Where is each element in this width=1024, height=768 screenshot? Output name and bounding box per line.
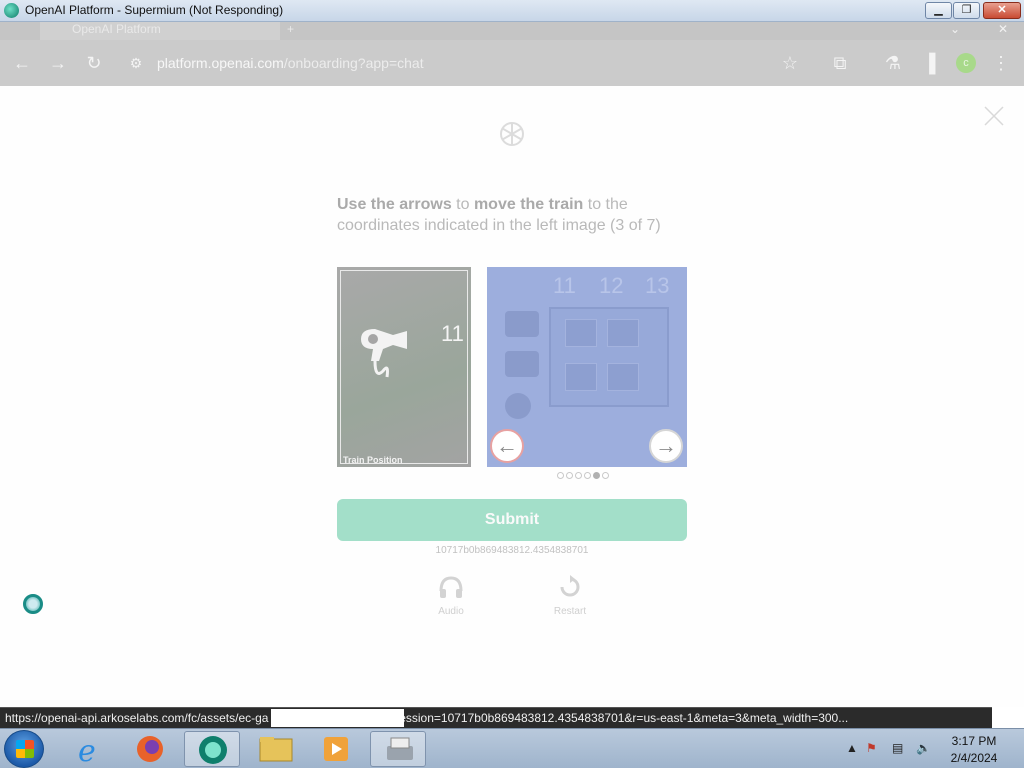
headphones-icon bbox=[439, 576, 463, 598]
audio-button[interactable]: Audio bbox=[421, 575, 481, 617]
fax-scan-taskbar-icon[interactable] bbox=[370, 731, 426, 767]
windows-logo-icon bbox=[16, 740, 34, 758]
position-dot bbox=[593, 472, 600, 479]
grid-cell bbox=[607, 363, 639, 391]
session-id: 10717b0b869483812.4354838701 bbox=[435, 545, 589, 556]
hair-dryer-icon bbox=[361, 329, 407, 378]
start-button[interactable] bbox=[4, 730, 44, 768]
extensions-icon[interactable]: ⧉ bbox=[829, 52, 851, 74]
tab-close-icon[interactable]: ✕ bbox=[998, 22, 1008, 36]
tab-strip: OpenAI Platform + ⌄ ✕ bbox=[0, 22, 1024, 40]
challenge-instruction: Use the arrows to move the train to the … bbox=[337, 194, 687, 236]
instruction-bold-1: Use the arrows bbox=[337, 196, 452, 213]
arrow-right-icon: → bbox=[655, 433, 677, 458]
audio-label: Audio bbox=[438, 606, 464, 617]
redaction-box bbox=[271, 709, 404, 727]
grid-cell bbox=[565, 363, 597, 391]
submit-button[interactable]: Submit bbox=[337, 499, 687, 541]
reload-icon[interactable]: ↻ bbox=[83, 52, 105, 74]
grid-cell bbox=[565, 319, 597, 347]
arrow-left-icon: ← bbox=[496, 433, 518, 458]
new-tab-button[interactable]: + bbox=[287, 22, 294, 36]
restart-button[interactable]: Restart bbox=[540, 575, 600, 617]
back-icon[interactable]: ← bbox=[11, 52, 33, 74]
action-center-icon[interactable]: ⚑ bbox=[866, 741, 877, 755]
side-object-icon bbox=[505, 393, 531, 419]
supermium-icon bbox=[199, 736, 227, 764]
minimize-button[interactable]: ▁ bbox=[925, 2, 952, 19]
instruction-text-1: to bbox=[451, 196, 474, 213]
window-titlebar: OpenAI Platform - Supermium (Not Respond… bbox=[0, 0, 1024, 22]
close-window-button[interactable]: ✕ bbox=[983, 2, 1021, 19]
profile-avatar[interactable]: c bbox=[956, 53, 976, 73]
side-panel-icon[interactable]: ▐ bbox=[918, 52, 940, 74]
status-url: https://openai-api.arkoselabs.com/fc/ass… bbox=[5, 711, 849, 725]
labs-flask-icon[interactable]: ⚗ bbox=[882, 52, 904, 74]
loading-spinner-icon bbox=[23, 594, 43, 614]
firefox-taskbar-icon[interactable] bbox=[122, 731, 178, 767]
url-host: platform.openai.com bbox=[157, 55, 284, 71]
media-player-taskbar-icon[interactable] bbox=[308, 731, 364, 767]
column-label: 12 bbox=[599, 273, 624, 298]
clock-time[interactable]: 3:17 PM bbox=[948, 734, 1000, 748]
folder-icon bbox=[259, 737, 293, 762]
position-dot bbox=[584, 472, 591, 479]
forward-icon[interactable]: → bbox=[47, 52, 69, 74]
instruction-bold-2: move the train bbox=[473, 196, 584, 213]
position-dots bbox=[557, 472, 609, 480]
volume-muted-icon[interactable]: 🔈 bbox=[916, 741, 931, 755]
maximize-button[interactable]: ❐ bbox=[953, 2, 980, 19]
clock-date[interactable]: 2/4/2024 bbox=[948, 751, 1000, 765]
openai-logo-icon bbox=[500, 122, 524, 146]
arrow-left-button[interactable]: ← bbox=[490, 429, 524, 463]
tab-search-icon[interactable]: ⌄ bbox=[950, 22, 960, 36]
tab-title: OpenAI Platform bbox=[72, 22, 161, 36]
arrow-right-button[interactable]: → bbox=[649, 429, 683, 463]
menu-kebab-icon[interactable]: ⋮ bbox=[990, 52, 1012, 74]
position-dot bbox=[566, 472, 573, 479]
target-coordinate: 11 bbox=[441, 321, 464, 346]
side-object-icon bbox=[505, 351, 539, 377]
supermium-app-icon bbox=[4, 3, 19, 18]
train-board: 11 12 13 ← → bbox=[487, 267, 687, 467]
coordinate-grid bbox=[549, 307, 669, 407]
target-image: 11 Train Position bbox=[337, 267, 471, 467]
supermium-taskbar-icon[interactable] bbox=[184, 731, 240, 767]
close-dialog-icon[interactable] bbox=[982, 104, 1006, 128]
media-player-icon bbox=[324, 737, 348, 761]
status-bar: https://openai-api.arkoselabs.com/fc/ass… bbox=[0, 707, 992, 728]
url-path: /onboarding?app=chat bbox=[283, 55, 424, 71]
internet-explorer-taskbar-icon[interactable]: e bbox=[62, 731, 118, 768]
address-bar[interactable]: platform.openai.com/onboarding?app=chat bbox=[157, 55, 424, 71]
ie-icon: e bbox=[78, 734, 96, 768]
show-hidden-icons-button[interactable]: ▲ bbox=[846, 741, 858, 755]
bookmark-star-icon[interactable]: ☆ bbox=[779, 52, 801, 74]
taskbar: e ▲ ⚑ ▤ 🔈 3:17 PM 2/4/2024 bbox=[0, 728, 1024, 768]
window-title: OpenAI Platform - Supermium (Not Respond… bbox=[25, 3, 284, 17]
page-content: Use the arrows to move the train to the … bbox=[0, 86, 1024, 707]
svg-text:e: e bbox=[78, 734, 96, 767]
browser-toolbar: ← → ↻ ⚙ platform.openai.com/onboarding?a… bbox=[0, 40, 1024, 86]
restart-label: Restart bbox=[553, 606, 587, 617]
column-label: 13 bbox=[645, 273, 670, 298]
firefox-icon bbox=[137, 736, 163, 762]
site-settings-icon[interactable]: ⚙ bbox=[125, 52, 147, 74]
restart-icon bbox=[560, 575, 580, 597]
side-object-icon bbox=[505, 311, 539, 337]
position-dot bbox=[557, 472, 564, 479]
printer-icon bbox=[387, 737, 413, 760]
tab-openai-platform[interactable]: OpenAI Platform bbox=[40, 22, 280, 40]
column-label: 11 bbox=[553, 273, 576, 298]
position-dot bbox=[575, 472, 582, 479]
file-explorer-taskbar-icon[interactable] bbox=[248, 731, 304, 767]
position-dot bbox=[602, 472, 609, 479]
network-icon[interactable]: ▤ bbox=[892, 741, 903, 755]
train-position-label: Train Position bbox=[343, 455, 403, 465]
grid-cell bbox=[607, 319, 639, 347]
